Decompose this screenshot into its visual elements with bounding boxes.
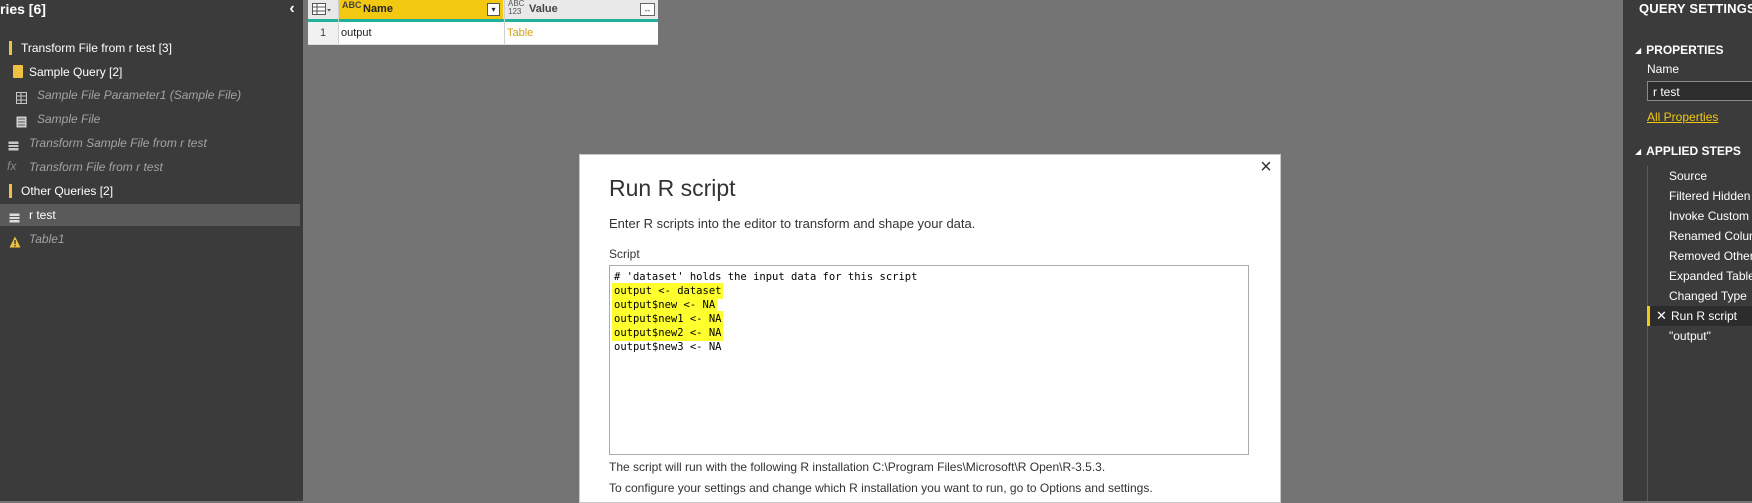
text-type-icon: ABC — [342, 0, 362, 10]
column-header-value[interactable]: ABC 123 Value ↔ — [504, 0, 658, 19]
step-renamed-columns[interactable]: Renamed Columns1 — [1648, 226, 1752, 246]
query-item-table1[interactable]: Table1 — [0, 228, 300, 250]
query-group-sample-query[interactable]: Sample Query [2] — [0, 61, 300, 83]
query-item-transform-sample-file[interactable]: Transform Sample File from r test — [0, 132, 300, 154]
query-name-input[interactable]: r test — [1647, 81, 1752, 101]
any-type-icon: ABC 123 — [508, 0, 525, 16]
query-settings-title: QUERY SETTINGS — [1639, 1, 1752, 16]
cell-name[interactable]: output — [341, 22, 372, 44]
folder-icon — [9, 41, 12, 55]
script-editor[interactable]: # 'dataset' holds the input data for thi… — [609, 265, 1249, 455]
script-line: # 'dataset' holds the input data for thi… — [614, 271, 918, 283]
collapse-chevron-icon[interactable]: ‹ — [285, 0, 299, 18]
query-item-transform-file-function[interactable]: fx Transform File from r test — [0, 156, 300, 178]
folder-icon — [9, 184, 12, 198]
step-run-r-script[interactable]: ✕ Run R script — [1647, 306, 1752, 326]
column-header-name[interactable]: ABC Name ▾ — [338, 0, 503, 19]
table-menu-icon[interactable] — [312, 2, 332, 17]
run-r-script-dialog: × Run R script Enter R scripts into the … — [579, 154, 1281, 503]
queries-header: ries [6] ‹ — [0, 0, 303, 22]
delete-step-icon[interactable]: ✕ — [1656, 306, 1667, 326]
table-icon — [8, 137, 19, 151]
r-installation-note: The script will run with the following R… — [609, 460, 1106, 474]
queries-title: ries [6] — [0, 1, 46, 17]
step-expanded-table-column[interactable]: Expanded Table Column1 — [1648, 266, 1752, 286]
query-group-other-queries[interactable]: Other Queries [2] — [0, 180, 300, 202]
queries-pane: ries [6] ‹ Transform File from r test [3… — [0, 0, 303, 501]
function-icon: fx — [7, 159, 17, 173]
script-line: output$new3 <- NA — [614, 341, 722, 353]
collapse-triangle-icon: ◢ — [1635, 147, 1642, 156]
query-group-transform-file[interactable]: Transform File from r test [3] — [0, 37, 300, 59]
warning-icon — [9, 233, 21, 248]
script-code[interactable]: # 'dataset' holds the input data for thi… — [614, 270, 917, 354]
script-line-highlighted: output <- dataset — [614, 285, 722, 297]
parameter-table-icon — [16, 89, 27, 104]
settings-note: To configure your settings and change wh… — [609, 481, 1153, 495]
script-line-highlighted: output$new <- NA — [614, 299, 716, 311]
filter-dropdown-icon[interactable]: ▾ — [487, 3, 500, 16]
properties-section-header[interactable]: ◢ PROPERTIES — [1635, 43, 1724, 57]
name-label: Name — [1647, 62, 1680, 76]
step-output[interactable]: "output" — [1648, 326, 1752, 346]
dialog-title: Run R script — [609, 175, 736, 201]
step-removed-other-columns[interactable]: Removed Other Columns1 — [1648, 246, 1752, 266]
script-line-highlighted: output$new1 <- NA — [614, 313, 722, 325]
query-item-sample-file-parameter[interactable]: Sample File Parameter1 (Sample File) — [0, 84, 300, 106]
document-icon — [16, 113, 27, 128]
collapse-triangle-icon: ◢ — [1635, 46, 1642, 55]
query-item-sample-file[interactable]: Sample File — [0, 108, 300, 130]
step-filtered-hidden-files[interactable]: Filtered Hidden Files1 — [1648, 186, 1752, 206]
dialog-description: Enter R scripts into the editor to trans… — [609, 216, 976, 231]
applied-steps-section-header[interactable]: ◢ APPLIED STEPS — [1635, 144, 1741, 158]
query-settings-pane: QUERY SETTINGS ◢ PROPERTIES Name r test A… — [1623, 0, 1752, 501]
row-number: 1 — [308, 22, 338, 44]
script-line-highlighted: output$new2 <- NA — [614, 327, 722, 339]
all-properties-link[interactable]: All Properties — [1647, 110, 1718, 124]
applied-steps-list: Source Filtered Hidden Files1 Invoke Cus… — [1647, 166, 1752, 501]
grid-header: ABC Name ▾ ABC 123 Value ↔ — [308, 0, 658, 22]
step-invoke-custom-function[interactable]: Invoke Custom Function1 — [1648, 206, 1752, 226]
column-name-label: Name — [363, 3, 393, 15]
script-label: Script — [609, 247, 640, 261]
step-changed-type[interactable]: Changed Type — [1648, 286, 1752, 306]
folder-icon — [13, 65, 23, 78]
step-source[interactable]: Source — [1648, 166, 1752, 186]
table-row[interactable]: 1 output Table — [308, 22, 658, 45]
expand-column-icon[interactable]: ↔ — [640, 3, 655, 16]
cell-value-table-link[interactable]: Table — [507, 22, 533, 44]
query-item-r-test[interactable]: r test — [0, 204, 300, 226]
table-icon — [9, 209, 20, 223]
column-name-label: Value — [529, 3, 558, 15]
data-grid: ABC Name ▾ ABC 123 Value ↔ 1 output Tabl… — [308, 0, 658, 45]
close-icon[interactable]: × — [1257, 157, 1275, 177]
